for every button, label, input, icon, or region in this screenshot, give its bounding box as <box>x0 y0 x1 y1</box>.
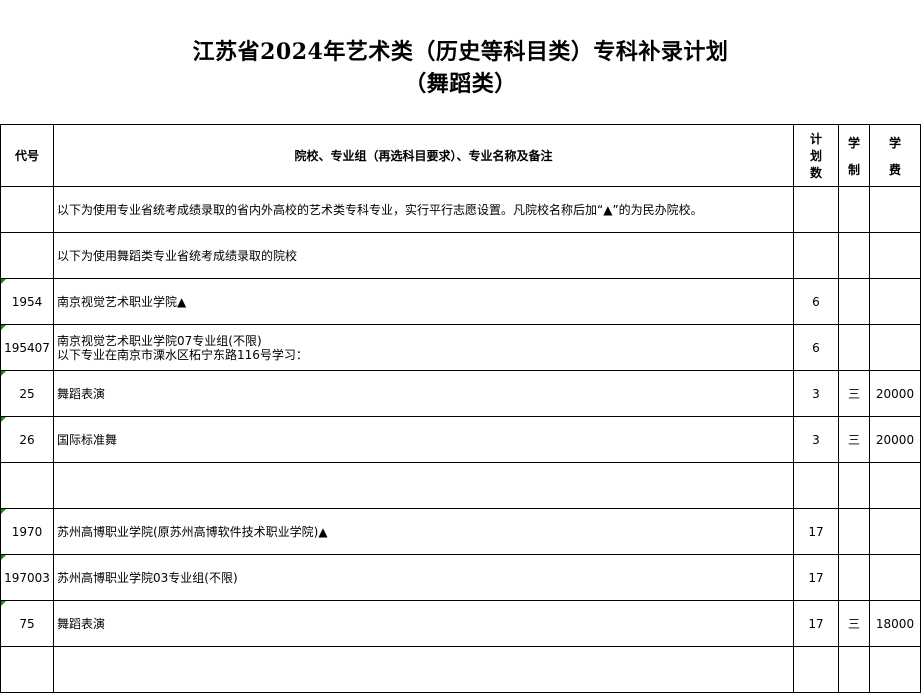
cell-name: 南京视觉艺术职业学院07专业组(不限) 以下专业在南京市溧水区柘宁东路116号学习… <box>53 324 794 371</box>
cell-name-line: 以下专业在南京市溧水区柘宁东路116号学习： <box>57 347 308 362</box>
cell-plan: 17 <box>793 600 839 647</box>
plan-table: 代号 院校、专业组（再选科目要求）、专业名称及备注 计 划 数 学 制 学 费 … <box>0 124 921 693</box>
table-row: 25 舞蹈表演 3 三 20000 <box>0 370 921 417</box>
cell-fee: 18000 <box>869 600 921 647</box>
cell-plan: 17 <box>793 508 839 555</box>
table-row: 以下为使用专业省统考成绩录取的省内外高校的艺术类专科专业，实行平行志愿设置。凡院… <box>0 186 921 233</box>
cell-fee <box>869 278 921 325</box>
page-title: 江苏省2024年艺术类（历史等科目类）专科补录计划 <box>192 39 729 65</box>
cell-name-line: 舞蹈表演 <box>57 386 106 401</box>
cell-fee: 20000 <box>869 370 921 417</box>
cell-fee <box>869 554 921 601</box>
cell-fee <box>869 186 921 233</box>
cell-years <box>838 324 870 371</box>
cell-name: 南京视觉艺术职业学院▲ <box>53 278 794 325</box>
cell-code <box>0 462 54 509</box>
cell-name-line: 南京视觉艺术职业学院07专业组(不限) <box>57 333 262 348</box>
cell-years <box>838 186 870 233</box>
header-name: 院校、专业组（再选科目要求）、专业名称及备注 <box>53 124 794 187</box>
cell-plan <box>793 232 839 279</box>
cell-name-line: 舞蹈表演 <box>57 616 106 631</box>
cell-fee <box>869 462 921 509</box>
cell-name-line: 苏州高博职业学院(原苏州高博软件技术职业学院)▲ <box>57 524 328 539</box>
table-row: 1954 南京视觉艺术职业学院▲ 6 <box>0 278 921 325</box>
cell-name-line: 以下为使用舞蹈类专业省统考成绩录取的院校 <box>57 248 298 263</box>
cell-code: 25 <box>0 370 54 417</box>
cell-plan <box>793 186 839 233</box>
cell-plan <box>793 462 839 509</box>
cell-name: 以下为使用专业省统考成绩录取的省内外高校的艺术类专科专业，实行平行志愿设置。凡院… <box>53 186 794 233</box>
table-row: 195407 南京视觉艺术职业学院07专业组(不限) 以下专业在南京市溧水区柘宁东路… <box>0 324 921 371</box>
cell-years <box>838 278 870 325</box>
cell-code: 195407 <box>0 324 54 371</box>
header-years-char: 制 <box>847 162 860 177</box>
cell-code: 1954 <box>0 278 54 325</box>
header-fee: 学 费 <box>869 124 921 187</box>
cell-code <box>0 646 54 693</box>
cell-name <box>53 646 794 693</box>
cell-code: 75 <box>0 600 54 647</box>
cell-years: 三 <box>838 416 870 463</box>
header-plan-char: 计 <box>809 132 822 146</box>
cell-name <box>53 462 794 509</box>
table-row: 75 舞蹈表演 17 三 18000 <box>0 600 921 647</box>
header-plan: 计 划 数 <box>793 124 839 187</box>
cell-years <box>838 232 870 279</box>
table-row: 1970 苏州高博职业学院(原苏州高博软件技术职业学院)▲ 17 <box>0 508 921 555</box>
cell-years <box>838 554 870 601</box>
header-years: 学 制 <box>838 124 870 187</box>
cell-fee <box>869 324 921 371</box>
cell-plan: 6 <box>793 278 839 325</box>
table-row: 197003 苏州高博职业学院03专业组(不限) 17 <box>0 554 921 601</box>
cell-plan: 3 <box>793 370 839 417</box>
cell-fee <box>869 232 921 279</box>
page-subtitle: （舞蹈类） <box>404 71 517 97</box>
cell-years: 三 <box>838 370 870 417</box>
cell-code <box>0 186 54 233</box>
cell-code: 197003 <box>0 554 54 601</box>
cell-years: 三 <box>838 600 870 647</box>
cell-years <box>838 462 870 509</box>
cell-fee <box>869 508 921 555</box>
cell-name-line: 以下为使用专业省统考成绩录取的省内外高校的艺术类专科专业，实行平行志愿设置。凡院… <box>57 202 703 217</box>
table-row: 以下为使用舞蹈类专业省统考成绩录取的院校 <box>0 232 921 279</box>
cell-plan: 17 <box>793 554 839 601</box>
header-fee-char: 费 <box>888 162 901 177</box>
cell-name: 舞蹈表演 <box>53 370 794 417</box>
cell-plan: 3 <box>793 416 839 463</box>
cell-name-line: 国际标准舞 <box>57 432 118 447</box>
header-years-char: 学 <box>847 135 860 150</box>
table-row <box>0 646 921 693</box>
cell-code: 26 <box>0 416 54 463</box>
cell-code <box>0 232 54 279</box>
cell-fee: 20000 <box>869 416 921 463</box>
cell-name-line: 苏州高博职业学院03专业组(不限) <box>57 570 238 585</box>
cell-name: 舞蹈表演 <box>53 600 794 647</box>
cell-fee <box>869 646 921 693</box>
table-header-row: 代号 院校、专业组（再选科目要求）、专业名称及备注 计 划 数 学 制 学 费 <box>0 124 921 187</box>
header-plan-char: 划 <box>809 149 822 163</box>
cell-name: 苏州高博职业学院03专业组(不限) <box>53 554 794 601</box>
cell-years <box>838 646 870 693</box>
table-row: 26 国际标准舞 3 三 20000 <box>0 416 921 463</box>
cell-years <box>838 508 870 555</box>
cell-name: 国际标准舞 <box>53 416 794 463</box>
header-plan-char: 数 <box>809 166 822 180</box>
cell-code: 1970 <box>0 508 54 555</box>
cell-name: 以下为使用舞蹈类专业省统考成绩录取的院校 <box>53 232 794 279</box>
cell-name-line: 南京视觉艺术职业学院▲ <box>57 294 187 309</box>
cell-plan <box>793 646 839 693</box>
cell-plan: 6 <box>793 324 839 371</box>
header-fee-char: 学 <box>888 135 901 150</box>
cell-name: 苏州高博职业学院(原苏州高博软件技术职业学院)▲ <box>53 508 794 555</box>
header-code: 代号 <box>0 124 54 187</box>
table-row <box>0 462 921 509</box>
